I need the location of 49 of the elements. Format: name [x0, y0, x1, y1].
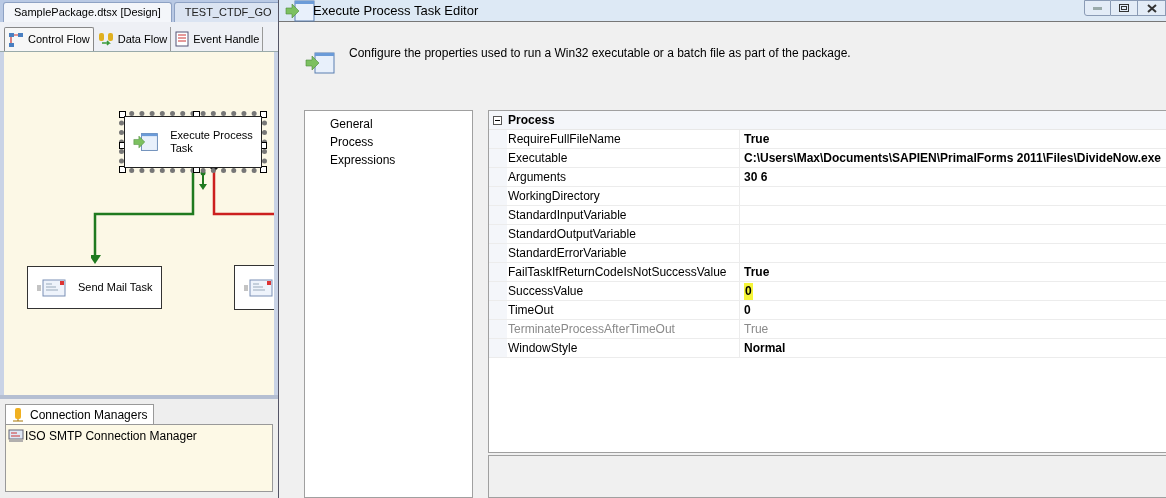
- property-name[interactable]: RequireFullFileName: [489, 130, 740, 148]
- document-tab[interactable]: SamplePackage.dtsx [Design]: [3, 2, 172, 22]
- close-button[interactable]: [1138, 0, 1166, 16]
- nav-item[interactable]: Process: [330, 133, 374, 151]
- property-name[interactable]: StandardInputVariable: [489, 206, 740, 224]
- cylinders-arrow-icon: [97, 31, 114, 47]
- property-name[interactable]: StandardErrorVariable: [489, 244, 740, 262]
- connection-managers-tab[interactable]: Connection Managers: [5, 404, 155, 424]
- property-value[interactable]: True: [744, 130, 770, 148]
- minus-icon: [495, 117, 500, 123]
- window-arrow-icon: [305, 52, 335, 74]
- designer-tab[interactable]: Event Handle: [172, 27, 264, 51]
- envelope-icon: [36, 278, 66, 297]
- property-value[interactable]: 0: [744, 301, 751, 319]
- property-name[interactable]: TimeOut: [489, 301, 740, 319]
- close-icon: [1146, 3, 1157, 13]
- designer-tab[interactable]: Control Flow: [4, 27, 94, 51]
- property-value[interactable]: Normal: [744, 339, 786, 357]
- property-name[interactable]: Executable: [489, 149, 740, 167]
- property-value[interactable]: C:\Users\Max\Documents\SAPIEN\PrimalForms 2011\Files\DivideNow.exe: [744, 149, 1162, 167]
- property-value[interactable]: 0: [744, 282, 753, 300]
- window-arrow-icon: [133, 131, 159, 153]
- minimize-icon: [1093, 6, 1102, 10]
- task-node[interactable]: Execute Process Task: [124, 116, 262, 168]
- category-label: Process: [508, 112, 555, 129]
- designer-tab[interactable]: Data Flow: [94, 27, 172, 51]
- property-name[interactable]: StandardOutputVariable: [489, 225, 740, 243]
- connection-manager-item[interactable]: ISO SMTP Connection Manager: [8, 427, 270, 445]
- window-title: Execute Process Task Editor: [313, 1, 479, 20]
- task-label: Execute Process Task: [170, 129, 254, 155]
- nav-item[interactable]: General: [330, 115, 373, 133]
- property-value[interactable]: 30 6: [744, 168, 768, 186]
- property-value[interactable]: True: [744, 263, 770, 281]
- flowchart-icon: [8, 31, 24, 48]
- maximize-icon: [1119, 4, 1129, 12]
- task-label: Send Mail Task: [78, 281, 153, 294]
- cylinder-icon: [12, 406, 24, 423]
- property-name[interactable]: WorkingDirectory: [489, 187, 740, 205]
- maximize-button[interactable]: [1111, 0, 1138, 16]
- nav-item[interactable]: Expressions: [330, 151, 396, 169]
- list-document-icon: [175, 31, 190, 47]
- property-name[interactable]: Arguments: [489, 168, 740, 186]
- task-node[interactable]: Send Mail Task: [27, 266, 162, 309]
- dialog-description: Configure the properties used to run a Win32 executable or a batch file as part of the package.: [349, 45, 851, 62]
- document-tab[interactable]: TEST_CTDF_GO: [173, 2, 278, 22]
- envelope-icon: [243, 278, 273, 297]
- property-name[interactable]: WindowStyle: [489, 339, 740, 357]
- monitor-icon: [8, 429, 24, 443]
- collapse-toggle[interactable]: [493, 115, 502, 125]
